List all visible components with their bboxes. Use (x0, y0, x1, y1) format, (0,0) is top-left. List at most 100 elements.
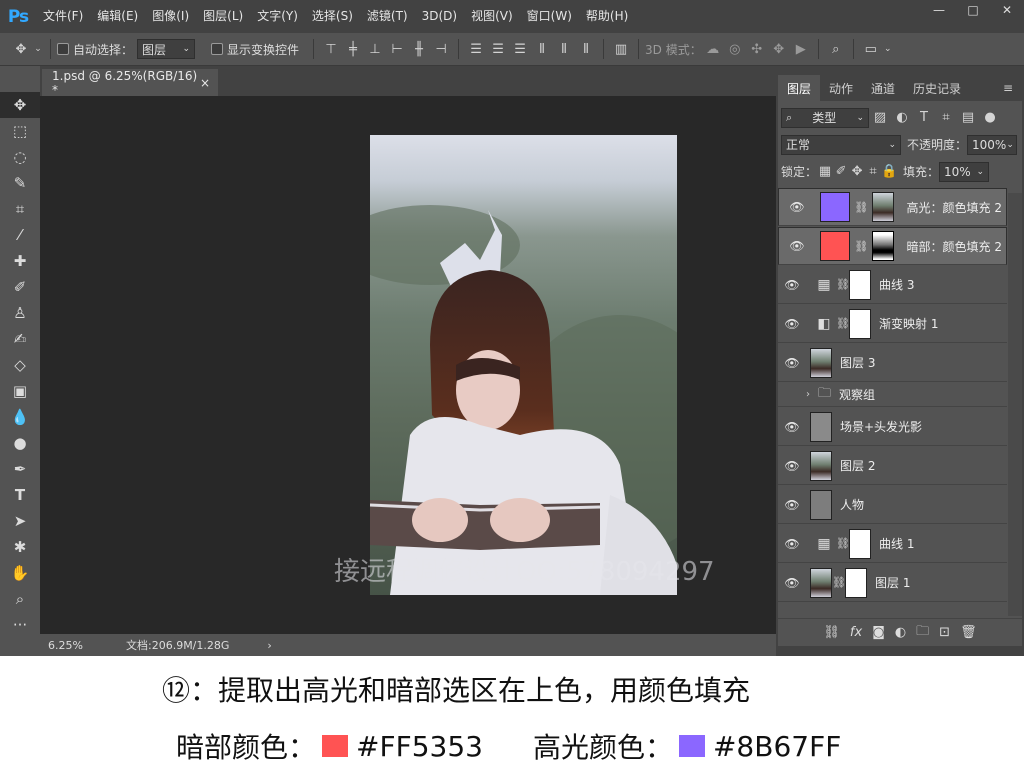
lasso-tool-icon[interactable]: ◌ (0, 144, 40, 170)
chevron-down-icon[interactable]: ⌄ (32, 44, 44, 54)
distribute-bottom-icon[interactable]: ☰ (509, 42, 531, 57)
move-tool-icon[interactable]: ✥ (0, 92, 40, 118)
document-info[interactable]: 文档:206.9M/1.28G (126, 637, 229, 653)
eye-icon[interactable]: 👁 (778, 356, 806, 370)
hand-tool-icon[interactable]: ✋ (0, 560, 40, 586)
lock-pixels-icon[interactable]: ✐ (833, 164, 849, 179)
layer-row[interactable]: 👁 ⛓ 暗部：颜色填充 2 (778, 227, 1007, 265)
quick-select-tool-icon[interactable]: ✎ (0, 170, 40, 196)
distribute-left-icon[interactable]: ⦀ (531, 42, 553, 57)
chevron-down-icon[interactable]: ⌄ (882, 44, 894, 54)
menu-window[interactable]: 窗口(W) (520, 0, 579, 33)
tab-layers[interactable]: 图层 (778, 75, 821, 101)
fx-icon[interactable]: fx (850, 625, 862, 640)
layer-group-row[interactable]: 👁 › 🗀 观察组 (778, 383, 1007, 407)
fill-input[interactable]: 10% ⌄ (939, 161, 990, 182)
pen-tool-icon[interactable]: ✒ (0, 456, 40, 482)
gradient-tool-icon[interactable]: ▣ (0, 378, 40, 404)
filter-pixel-icon[interactable]: ▨ (869, 110, 891, 125)
layer-row[interactable]: 👁 ◧ ⛓ 渐变映射 1 (778, 305, 1007, 343)
layer-mask-thumb[interactable] (849, 269, 871, 300)
blur-tool-icon[interactable]: 💧 (0, 404, 40, 430)
3d-pan-icon[interactable]: ✣ (746, 42, 768, 57)
close-icon[interactable]: ✕ (990, 0, 1024, 20)
menu-file[interactable]: 文件(F) (36, 0, 90, 33)
history-brush-icon[interactable]: ✍ (0, 326, 40, 352)
workspace-icon[interactable]: ▭ (860, 42, 882, 57)
eye-icon[interactable]: 👁 (778, 317, 806, 331)
align-hcenter-icon[interactable]: ╫ (408, 42, 430, 57)
lock-all-icon[interactable]: 🔒 (881, 164, 897, 179)
close-tab-icon[interactable]: × (200, 76, 210, 90)
tab-channels[interactable]: 通道 (862, 75, 904, 101)
blend-mode-dropdown[interactable]: 正常 ⌄ (781, 134, 901, 155)
eraser-tool-icon[interactable]: ◇ (0, 352, 40, 378)
layer-mask-thumb[interactable] (849, 528, 871, 559)
new-adjustment-icon[interactable]: ◐ (895, 625, 906, 640)
canvas-area[interactable]: 接远程调修设计QQ:578094297 (40, 96, 776, 634)
layer-row[interactable]: 👁 人物 (778, 486, 1007, 524)
layer-mask-thumb[interactable] (849, 308, 871, 339)
brush-tool-icon[interactable]: ✐ (0, 274, 40, 300)
new-group-icon[interactable]: 🗀 (916, 622, 929, 644)
eye-icon[interactable]: 👁 (778, 537, 806, 551)
link-layers-icon[interactable]: ⛓ (823, 625, 840, 640)
marquee-tool-icon[interactable]: ⬚ (0, 118, 40, 144)
layer-row[interactable]: 👁 图层 2 (778, 447, 1007, 485)
3d-orbit-icon[interactable]: ☁ (702, 42, 724, 57)
search-icon[interactable]: ⌕ (825, 42, 847, 57)
align-left-icon[interactable]: ⊢ (386, 42, 408, 57)
trash-icon[interactable]: 🗑 (960, 625, 977, 640)
menu-3d[interactable]: 3D(D) (415, 0, 464, 33)
document-tab[interactable]: 1.psd @ 6.25%(RGB/16) * × (42, 69, 218, 97)
align-bottom-icon[interactable]: ⊥ (364, 42, 386, 57)
menu-layer[interactable]: 图层(L) (196, 0, 250, 33)
menu-view[interactable]: 视图(V) (464, 0, 520, 33)
menu-image[interactable]: 图像(I) (145, 0, 196, 33)
3d-camera-icon[interactable]: ▶ (790, 42, 812, 57)
distribute-right-icon[interactable]: ⦀ (575, 42, 597, 57)
layers-scrollbar[interactable] (1008, 193, 1022, 616)
more-tools-icon[interactable]: ··· (0, 612, 40, 638)
align-right-icon[interactable]: ⊣ (430, 42, 452, 57)
menu-edit[interactable]: 编辑(E) (90, 0, 145, 33)
layer-mask-thumb[interactable] (845, 567, 867, 598)
filter-adjustment-icon[interactable]: ◐ (891, 110, 913, 125)
menu-filter[interactable]: 滤镜(T) (360, 0, 415, 33)
layer-row[interactable]: 👁 ▦ ⛓ 曲线 3 (778, 266, 1007, 304)
layer-row[interactable]: 👁 ⛓ 图层 1 (778, 564, 1007, 602)
maximize-icon[interactable]: □ (956, 0, 990, 20)
layer-mask-thumb[interactable] (871, 231, 894, 261)
lock-artboard-icon[interactable]: ⌗ (865, 164, 881, 179)
move-tool-icon[interactable]: ✥ (10, 42, 32, 57)
filter-smart-icon[interactable]: ▤ (957, 110, 979, 125)
dodge-tool-icon[interactable]: ● (0, 430, 40, 456)
filter-type-icon[interactable]: T (913, 110, 935, 125)
opacity-input[interactable]: 100% ⌄ (967, 134, 1018, 155)
3d-roll-icon[interactable]: ◎ (724, 42, 746, 57)
panel-menu-icon[interactable]: ≡ (994, 75, 1022, 101)
auto-select-dropdown[interactable]: 图层 ⌄ (137, 39, 196, 59)
chevron-right-icon[interactable]: › (267, 639, 271, 652)
distribute-top-icon[interactable]: ☰ (465, 42, 487, 57)
new-layer-icon[interactable]: ⊡ (939, 625, 950, 640)
type-tool-icon[interactable]: T (0, 482, 40, 508)
lock-transparent-icon[interactable]: ▦ (817, 164, 833, 179)
chevron-right-icon[interactable]: › (806, 389, 818, 400)
eyedropper-tool-icon[interactable]: ⁄ (0, 222, 40, 248)
tab-actions[interactable]: 动作 (820, 75, 862, 101)
minimize-icon[interactable]: — (922, 0, 956, 20)
eye-icon[interactable]: 👁 (778, 420, 806, 434)
layer-row[interactable]: 👁 ▦ ⛓ 曲线 1 (778, 525, 1007, 563)
path-select-tool-icon[interactable]: ➤ (0, 508, 40, 534)
eye-icon[interactable]: 👁 (778, 459, 806, 473)
3d-slide-icon[interactable]: ✥ (768, 42, 790, 57)
align-vcenter-icon[interactable]: ╪ (342, 42, 364, 57)
distribute-vcenter-icon[interactable]: ☰ (487, 42, 509, 57)
zoom-level[interactable]: 6.25% (48, 639, 94, 652)
shape-tool-icon[interactable]: ✱ (0, 534, 40, 560)
eye-icon[interactable]: 👁 (778, 576, 806, 590)
eye-icon[interactable]: 👁 (783, 239, 811, 253)
eye-icon[interactable]: 👁 (783, 200, 811, 214)
zoom-tool-icon[interactable]: ⌕ (0, 586, 40, 612)
